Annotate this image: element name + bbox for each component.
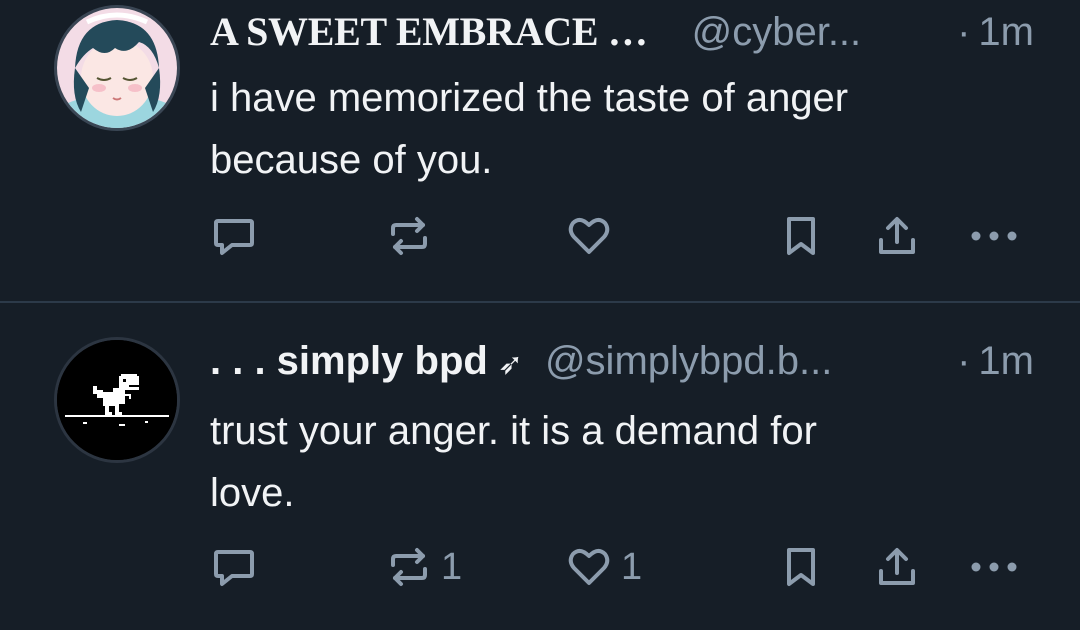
post[interactable]: A SWEET EMBRACE … @cyber... · 1m i have …: [0, 0, 1080, 302]
repost-count: 1: [441, 545, 463, 588]
timestamp[interactable]: 1m: [978, 10, 1034, 55]
share-icon: [879, 548, 915, 585]
repost-icon: [391, 548, 427, 586]
more-options-button[interactable]: [968, 537, 1020, 597]
reply-icon: [214, 219, 254, 255]
reply-icon: [214, 550, 254, 586]
heart-icon: [568, 549, 610, 585]
share-icon: [879, 217, 915, 254]
bookmark-button[interactable]: [781, 537, 821, 597]
timestamp[interactable]: 1m: [978, 339, 1034, 384]
more-icon: [971, 231, 1017, 241]
avatar[interactable]: [54, 337, 180, 463]
post-text-line: because of you.: [210, 138, 493, 182]
post-text-line: i have memorized the taste of anger: [210, 76, 849, 120]
share-button[interactable]: [875, 537, 919, 597]
reply-button[interactable]: [210, 206, 258, 266]
bookmark-icon: [787, 548, 815, 586]
separator: ·: [957, 339, 971, 383]
post-text-line: love.: [210, 471, 295, 515]
action-bar: [0, 206, 1080, 266]
repost-icon: [391, 217, 427, 255]
separator: ·: [957, 10, 971, 54]
avatar[interactable]: [54, 5, 180, 131]
post-text: trust your anger. it is a demand for lov…: [210, 400, 1000, 524]
more-options-button[interactable]: [968, 206, 1020, 266]
post-header: A SWEET EMBRACE … @cyber... · 1m: [210, 8, 1034, 68]
arrow-icon: ➶: [497, 348, 523, 381]
action-bar: 1 1: [0, 537, 1080, 597]
repost-button[interactable]: [385, 206, 441, 266]
more-icon: [971, 562, 1017, 572]
bookmark-icon: [787, 217, 815, 255]
like-button[interactable]: 1: [565, 537, 642, 597]
handle[interactable]: @cyber...: [692, 10, 862, 55]
post-header: . . . simply bpd ➶ @simplybpd.b... · 1m: [210, 339, 1034, 399]
heart-icon: [568, 218, 610, 254]
display-name[interactable]: . . . simply bpd: [210, 339, 488, 384]
repost-button[interactable]: 1: [385, 537, 462, 597]
post-text: i have memorized the taste of anger beca…: [210, 67, 1000, 191]
post-text-line: trust your anger. it is a demand for: [210, 409, 817, 453]
like-button[interactable]: [565, 206, 621, 266]
share-button[interactable]: [875, 206, 919, 266]
like-count: 1: [621, 545, 643, 588]
handle[interactable]: @simplybpd.b...: [545, 339, 832, 384]
display-name[interactable]: A SWEET EMBRACE …: [210, 8, 648, 55]
bookmark-button[interactable]: [781, 206, 821, 266]
reply-button[interactable]: [210, 537, 258, 597]
